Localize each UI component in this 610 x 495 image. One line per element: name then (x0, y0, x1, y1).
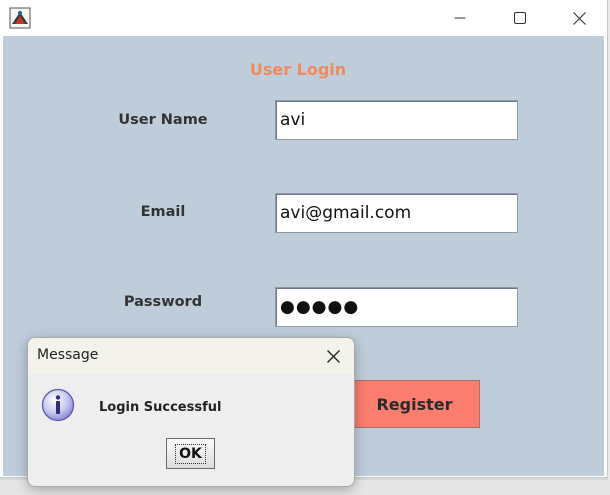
information-icon (41, 388, 75, 422)
username-field[interactable] (275, 100, 518, 140)
email-field[interactable] (275, 193, 518, 233)
form-title: User Login (249, 60, 347, 79)
ok-button-label: OK (175, 443, 206, 464)
password-label: Password (123, 294, 203, 310)
close-button[interactable] (556, 0, 602, 36)
email-label: Email (140, 204, 186, 220)
ok-button[interactable]: OK (166, 438, 215, 469)
dialog-message: Login Successful (99, 400, 222, 415)
window-titlebar[interactable] (0, 0, 607, 36)
message-dialog: Message Login Successful OK (27, 337, 355, 487)
dialog-title: Message (37, 347, 99, 363)
close-icon (572, 11, 586, 25)
dialog-titlebar[interactable]: Message (28, 338, 354, 374)
password-field[interactable] (275, 287, 518, 327)
minimize-icon (454, 17, 466, 19)
minimize-button[interactable] (437, 0, 483, 36)
close-icon (326, 349, 340, 363)
java-app-icon (9, 7, 31, 29)
register-button[interactable]: Register (349, 380, 480, 428)
dialog-close-button[interactable] (315, 342, 351, 370)
username-label: User Name (118, 112, 208, 128)
maximize-button[interactable] (497, 0, 543, 36)
dialog-body: Login Successful OK (28, 374, 354, 486)
maximize-icon (514, 12, 526, 24)
